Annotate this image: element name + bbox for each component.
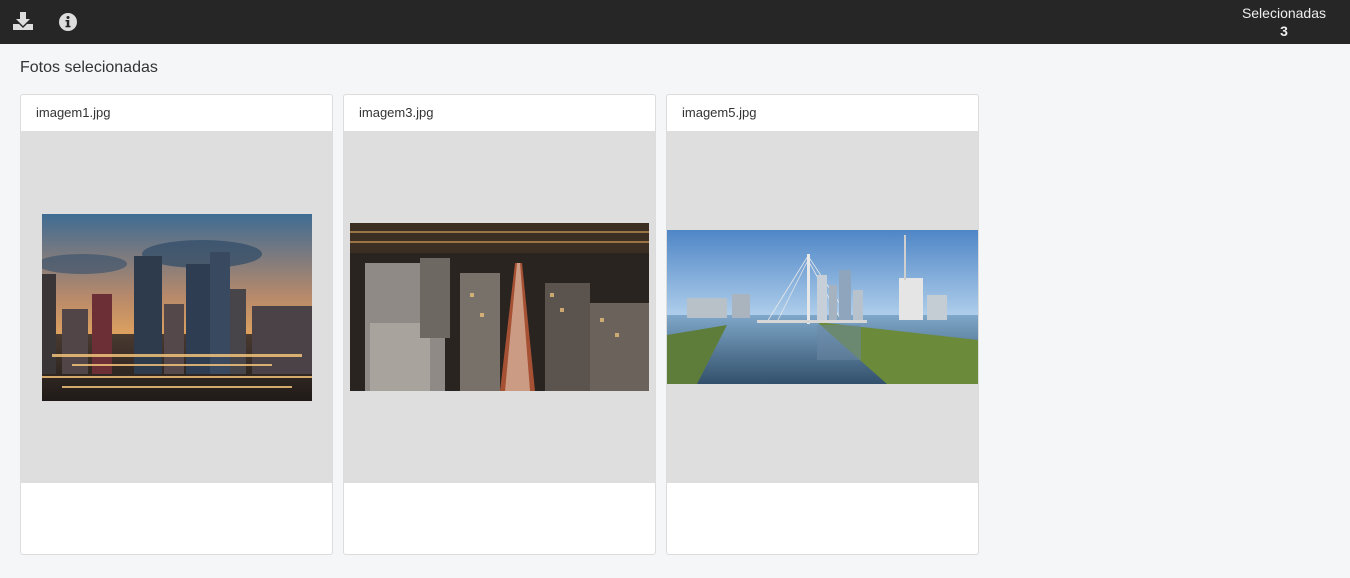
photo-filename: imagem1.jpg [36,105,111,120]
top-toolbar: Selecionadas 3 [0,0,1350,44]
section-title: Fotos selecionadas [20,59,158,76]
photo-preview-area [667,131,978,483]
selected-count: 3 [1280,23,1288,39]
photo-card[interactable]: imagem5.jpg [666,94,979,555]
photo-thumbnail[interactable] [667,230,978,384]
photo-thumbnail[interactable] [350,223,649,391]
photo-filename: imagem3.jpg [359,105,434,120]
photo-card[interactable]: imagem3.jpg [343,94,656,555]
photo-thumbnail[interactable] [42,214,312,401]
photo-card[interactable]: imagem1.jpg [20,94,333,555]
photo-preview-area [21,131,332,483]
download-icon[interactable] [12,11,34,33]
selected-counter: Selecionadas 3 [1242,4,1326,40]
info-icon[interactable] [57,11,79,33]
photo-filename: imagem5.jpg [682,105,757,120]
selected-label: Selecionadas [1241,5,1326,21]
photo-preview-area [344,131,655,483]
